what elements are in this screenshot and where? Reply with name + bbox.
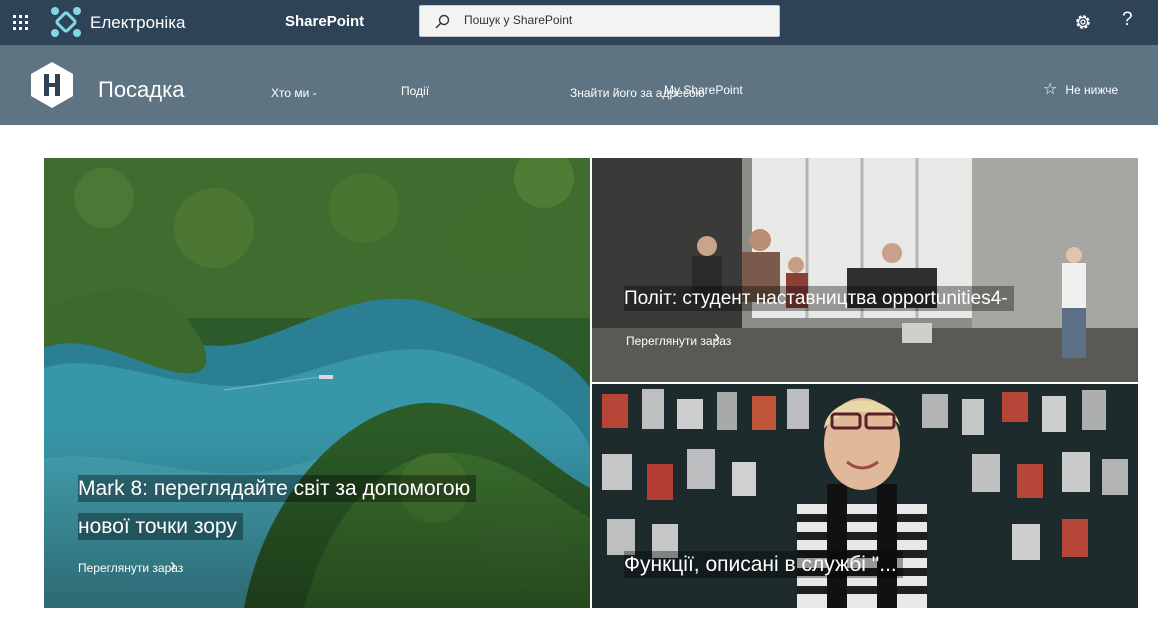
search-input[interactable]: Пошук у SharePoint [464, 13, 572, 27]
app-name[interactable]: Електроніка [90, 13, 185, 33]
hero-tile-main-title[interactable]: Mark 8: переглядайте світ за допомогою н… [78, 470, 548, 546]
arrow-right-icon: › [170, 555, 176, 575]
hero-tile-features-title-text: Функції, описані в службі "... [624, 551, 903, 578]
hero-tile-main-title-line2: нової точки зору [78, 513, 243, 540]
hero-tile-features-title[interactable]: Функції, описані в службі "... [624, 550, 1044, 580]
follow-label: Не нижче [1065, 83, 1119, 97]
nav-item-events[interactable]: Події [401, 84, 429, 98]
search-box[interactable]: Пошук у SharePoint [419, 5, 780, 37]
brand-logo-icon[interactable] [50, 6, 82, 38]
site-title[interactable]: Посадка [98, 77, 184, 103]
nav-item-about[interactable]: Хто ми - [271, 86, 317, 100]
hero-tile-mentorship[interactable]: Політ: студент наставництва opportunitie… [592, 158, 1138, 382]
site-logo[interactable] [28, 60, 76, 110]
star-icon: ☆ [1043, 81, 1058, 98]
hero-tile-main[interactable]: Mark 8: переглядайте світ за допомогою н… [44, 158, 590, 608]
sharepoint-link[interactable]: SharePoint [285, 13, 364, 30]
hero-tile-mentorship-title-text: Політ: студент наставництва opportunitie… [624, 286, 1014, 311]
search-icon [435, 14, 450, 29]
hero-tile-main-title-line1: Mark 8: переглядайте світ за допомогою [78, 475, 477, 502]
site-header: Посадка Хто ми - Події Знайти його за ад… [0, 45, 1158, 125]
nav-item-my-sharepoint[interactable]: My SharePoint [664, 83, 743, 97]
follow-button[interactable]: ☆ Не нижче [1043, 82, 1118, 98]
hero-tile-features[interactable]: Функції, описані в службі "... [592, 384, 1138, 608]
settings-icon[interactable] [1072, 11, 1094, 33]
hero-tile-mentorship-title[interactable]: Політ: студент наставництва opportunitie… [624, 284, 1084, 314]
hero-tile-main-cta[interactable]: Переглянути зараз [78, 561, 183, 575]
hero-image-classroom [592, 158, 1138, 382]
arrow-right-icon: › [714, 327, 720, 347]
help-icon[interactable]: ? [1122, 9, 1133, 31]
suite-bar: Електроніка SharePoint Пошук у SharePoin… [0, 0, 1158, 45]
waffle-icon [12, 15, 28, 30]
app-launcher-button[interactable] [0, 0, 40, 45]
